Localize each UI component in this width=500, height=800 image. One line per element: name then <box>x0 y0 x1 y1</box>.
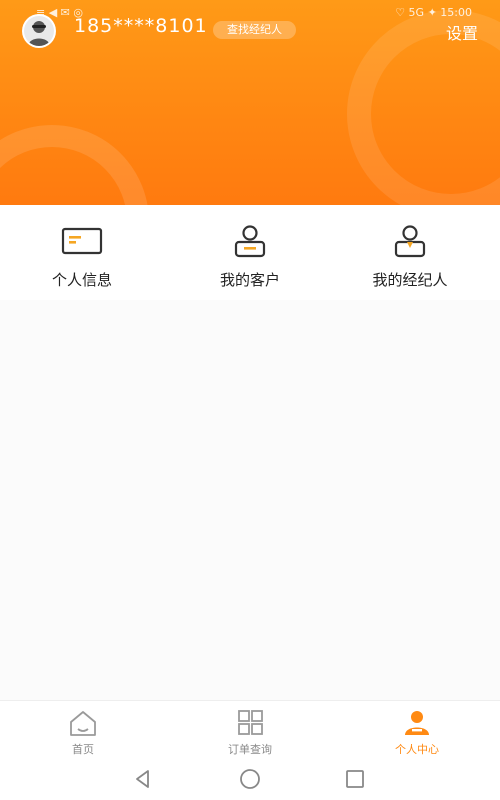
profile-header: ≡ ◀ ✉ ◎ ♡ 5G ✦ 15:00 185****8101 查找经纪人 设… <box>0 0 500 205</box>
tab-label: 首页 <box>72 743 94 756</box>
id-card-icon <box>60 223 104 259</box>
menu-item-my-customers[interactable]: 我的客户 <box>180 223 320 295</box>
tab-home[interactable]: 首页 <box>23 709 143 757</box>
grid-icon <box>230 709 270 737</box>
tab-label: 订单查询 <box>228 743 272 756</box>
home-icon <box>63 709 103 737</box>
status-right-info: ♡ 5G ✦ 15:00 <box>395 6 472 19</box>
avatar[interactable] <box>22 14 56 48</box>
find-agent-button[interactable]: 查找经纪人 <box>213 21 296 39</box>
tab-order-query[interactable]: 订单查询 <box>190 709 310 757</box>
home-circle-icon[interactable] <box>235 766 265 792</box>
back-icon[interactable] <box>128 766 158 792</box>
tab-personal-center[interactable]: 个人中心 <box>357 709 477 757</box>
recent-apps-icon[interactable] <box>340 766 370 792</box>
tab-label: 个人中心 <box>395 743 439 756</box>
user-phone-number: 185****8101 <box>74 15 208 37</box>
bottom-tab-bar: 首页 订单查询 个人中心 <box>0 700 500 759</box>
settings-button[interactable]: 设置 <box>446 20 478 44</box>
decorative-ring <box>0 125 149 205</box>
avatar-person-icon <box>24 16 54 46</box>
app-screen: ≡ ◀ ✉ ◎ ♡ 5G ✦ 15:00 185****8101 查找经纪人 设… <box>0 0 500 800</box>
menu-item-my-agent[interactable]: 我的经纪人 <box>340 223 480 295</box>
profile-menu: 个人信息 我的客户 我的经纪人 <box>0 205 500 300</box>
customer-icon <box>228 223 272 259</box>
menu-item-label: 我的经纪人 <box>372 271 448 289</box>
system-navigation-bar <box>0 758 500 800</box>
menu-item-label: 个人信息 <box>51 271 112 289</box>
menu-item-label: 我的客户 <box>219 271 280 289</box>
menu-item-personal-info[interactable]: 个人信息 <box>12 223 152 295</box>
agent-icon <box>388 223 432 259</box>
person-icon <box>397 709 437 737</box>
